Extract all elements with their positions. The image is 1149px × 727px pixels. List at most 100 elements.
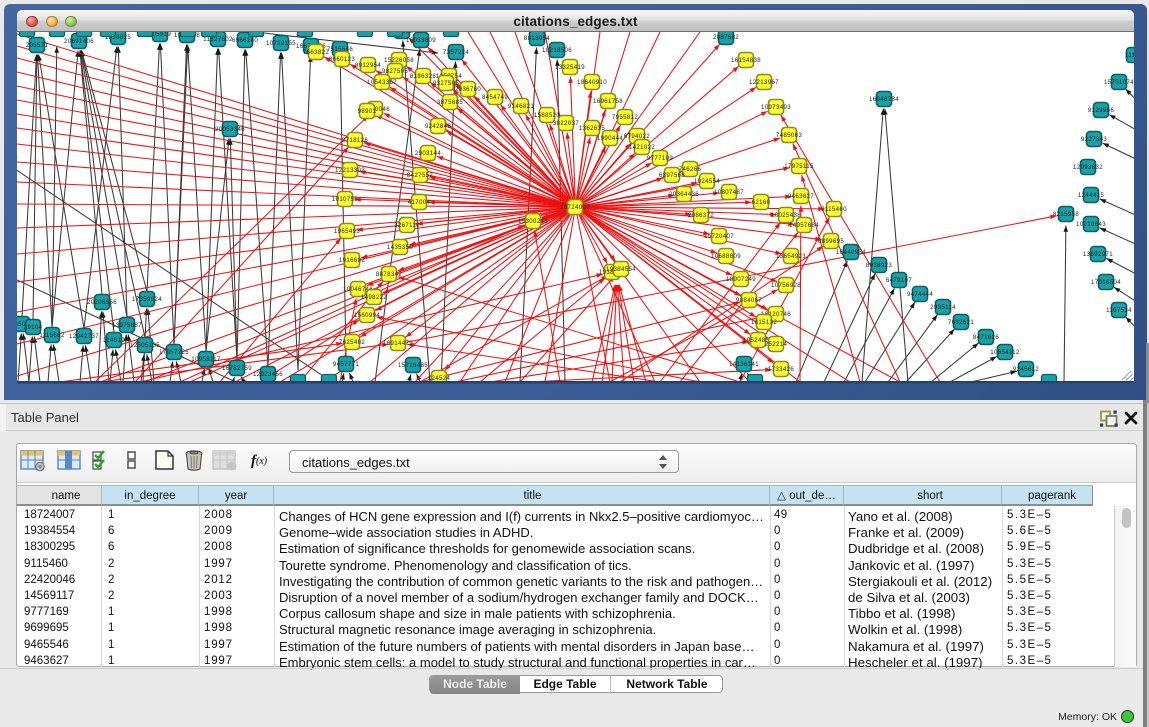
svg-text:1167534: 1167534: [1106, 307, 1132, 314]
svg-text:19384554: 19384554: [606, 266, 636, 273]
svg-text:1244415: 1244415: [1078, 192, 1104, 199]
svg-text:6966160: 6966160: [232, 37, 258, 44]
svg-text:17975115: 17975115: [784, 163, 814, 170]
svg-text:1615132: 1615132: [751, 319, 777, 326]
svg-text:10719155: 10719155: [266, 40, 296, 47]
svg-text:11122: 11122: [1125, 52, 1134, 59]
svg-text:2718126: 2718126: [342, 137, 368, 144]
svg-text:9129966: 9129966: [1088, 107, 1114, 114]
svg-text:9463627: 9463627: [788, 193, 814, 200]
svg-text:39104: 39104: [24, 324, 43, 331]
svg-text:10807487: 10807487: [714, 189, 744, 196]
svg-text:1024554: 1024554: [694, 178, 720, 185]
svg-text:16914479: 16914479: [383, 340, 413, 347]
svg-text:2936760: 2936760: [455, 86, 481, 93]
svg-text:7357224: 7357224: [443, 49, 469, 56]
svg-text:9242848: 9242848: [425, 123, 451, 130]
svg-text:7663822: 7663822: [303, 49, 329, 56]
svg-text:15720407: 15720407: [704, 233, 734, 240]
svg-text:2986372: 2986372: [688, 212, 714, 219]
svg-text:3875685: 3875685: [437, 99, 463, 106]
svg-text:8454749: 8454749: [482, 94, 508, 101]
svg-text:13325419: 13325419: [555, 64, 585, 71]
svg-text:8912954: 8912954: [355, 62, 381, 69]
svg-text:18907249: 18907249: [726, 276, 756, 283]
svg-text:1916682: 1916682: [339, 257, 365, 264]
svg-text:2935114: 2935114: [930, 304, 956, 311]
svg-text:16782759: 16782759: [222, 365, 252, 372]
svg-text:18640910: 18640910: [577, 79, 607, 86]
svg-text:13692971: 13692971: [1083, 251, 1113, 258]
svg-text:8938923: 8938923: [866, 262, 892, 269]
svg-text:6479197: 6479197: [886, 277, 912, 284]
svg-text:15751074: 15751074: [1104, 79, 1134, 86]
svg-text:10958117: 10958117: [191, 356, 221, 363]
svg-text:16648784: 16648784: [869, 96, 899, 103]
svg-text:9084067: 9084067: [736, 297, 762, 304]
svg-text:10973493: 10973493: [761, 104, 791, 111]
svg-text:12923466: 12923466: [253, 371, 283, 378]
svg-text:11327602: 11327602: [203, 36, 233, 43]
svg-text:10543362: 10543362: [367, 79, 397, 86]
svg-text:10654112: 10654112: [990, 349, 1020, 356]
svg-text:16440954: 16440954: [836, 249, 866, 256]
svg-text:9474444: 9474444: [907, 291, 933, 298]
svg-text:1435350: 1435350: [387, 244, 413, 251]
svg-text:10210643: 10210643: [1076, 221, 1106, 228]
svg-text:12213967: 12213967: [749, 79, 779, 86]
svg-text:1362635: 1362635: [579, 125, 605, 132]
svg-text:16961758: 16961758: [593, 98, 623, 105]
svg-text:10218506: 10218506: [542, 47, 572, 54]
svg-text:18724007: 18724007: [560, 204, 590, 211]
svg-text:9777109: 9777109: [647, 155, 673, 162]
svg-text:14957684: 14957684: [789, 222, 819, 229]
svg-text:9457771: 9457771: [333, 361, 359, 368]
svg-text:8427552: 8427552: [407, 172, 433, 179]
svg-text:9146821: 9146821: [508, 103, 534, 110]
svg-text:1498222: 1498222: [361, 294, 387, 301]
svg-text:3267110: 3267110: [394, 222, 420, 229]
svg-text:8215958: 8215958: [1053, 211, 1079, 218]
svg-text:1965493: 1965493: [334, 228, 360, 235]
svg-text:8660123: 8660123: [329, 56, 355, 63]
svg-text:20691406: 20691406: [64, 38, 94, 45]
svg-text:6899695: 6899695: [818, 238, 844, 245]
svg-text:10025438: 10025438: [771, 212, 801, 219]
svg-text:20364436: 20364436: [669, 191, 699, 198]
svg-text:1990444: 1990444: [597, 135, 623, 142]
svg-text:8813054: 8813054: [524, 35, 550, 42]
svg-text:114519: 114519: [103, 337, 125, 344]
svg-text:17957225: 17957225: [159, 349, 189, 356]
svg-text:2087682: 2087682: [713, 34, 739, 41]
svg-text:1560994: 1560994: [354, 312, 380, 319]
svg-text:1115682: 1115682: [39, 332, 65, 339]
svg-text:12942737: 12942737: [69, 333, 99, 340]
svg-text:17016504: 17016504: [1091, 279, 1121, 286]
svg-text:16033809: 16033809: [406, 37, 436, 44]
svg-text:2903144: 2903144: [415, 150, 441, 157]
svg-text:17359924: 17359924: [132, 296, 162, 303]
svg-text:7485063: 7485063: [776, 132, 802, 139]
svg-text:62160: 62160: [752, 199, 771, 206]
svg-text:12505135: 12505135: [130, 342, 160, 349]
svg-text:20206556: 20206556: [87, 299, 117, 306]
svg-text:8878342: 8878342: [376, 271, 402, 278]
svg-text:15300213: 15300213: [518, 218, 548, 225]
svg-text:7632621: 7632621: [948, 319, 974, 326]
svg-text:98901: 98901: [358, 108, 377, 115]
svg-text:7625402: 7625402: [339, 339, 365, 346]
svg-text:12093832: 12093832: [1073, 164, 1103, 171]
svg-text:1733426: 1733426: [768, 366, 794, 373]
svg-text:13975887: 13975887: [112, 322, 142, 329]
svg-text:12213302: 12213302: [335, 167, 365, 174]
svg-text:1421022: 1421022: [629, 144, 655, 151]
svg-text:1588520: 1588520: [534, 112, 560, 119]
svg-text:(x): (x): [256, 456, 268, 467]
svg-text:8186328: 8186328: [410, 73, 436, 80]
svg-text:14136141: 14136141: [729, 361, 759, 368]
svg-text:20053346: 20053346: [215, 126, 245, 133]
svg-text:205571: 205571: [26, 42, 49, 49]
svg-text:16154838: 16154838: [731, 57, 761, 64]
svg-text:252214: 252214: [765, 341, 788, 348]
svg-text:9227343: 9227343: [1081, 136, 1107, 143]
